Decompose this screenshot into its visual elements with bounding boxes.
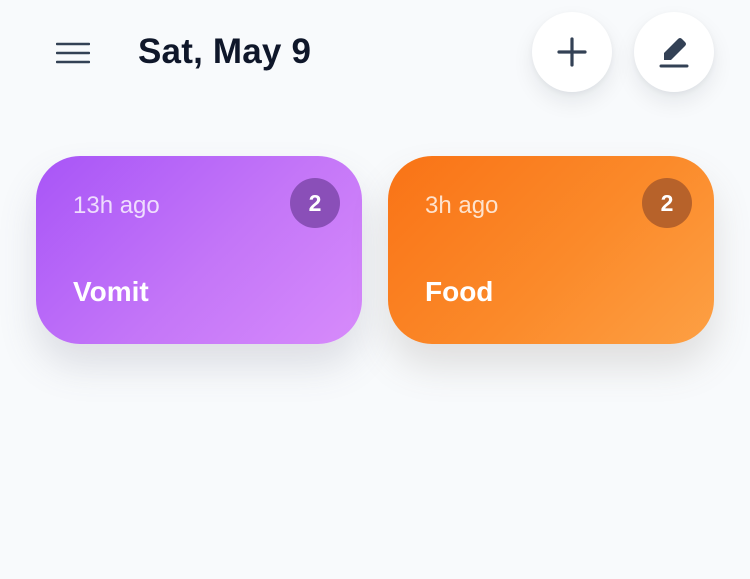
- hamburger-menu-icon: [56, 42, 90, 64]
- menu-button[interactable]: [52, 36, 94, 70]
- card-count-badge: 2: [642, 178, 692, 228]
- card-time-ago: 13h ago: [73, 192, 160, 219]
- card-label: Vomit: [73, 276, 149, 307]
- event-card-food[interactable]: 3h ago 2 Food: [388, 156, 714, 344]
- card-label: Food: [425, 276, 494, 307]
- pencil-icon: [659, 38, 689, 68]
- add-entry-button[interactable]: [532, 12, 612, 92]
- event-card-vomit[interactable]: 13h ago 2 Vomit: [36, 156, 362, 344]
- edit-button[interactable]: [634, 12, 714, 92]
- plus-icon: [557, 37, 587, 67]
- app-screen: Sat, May 9 13h ago 2 Vomit 3h ago 2 Food: [0, 0, 750, 579]
- card-count-badge: 2: [290, 178, 340, 228]
- page-title: Sat, May 9: [138, 32, 312, 71]
- card-time-ago: 3h ago: [425, 192, 499, 219]
